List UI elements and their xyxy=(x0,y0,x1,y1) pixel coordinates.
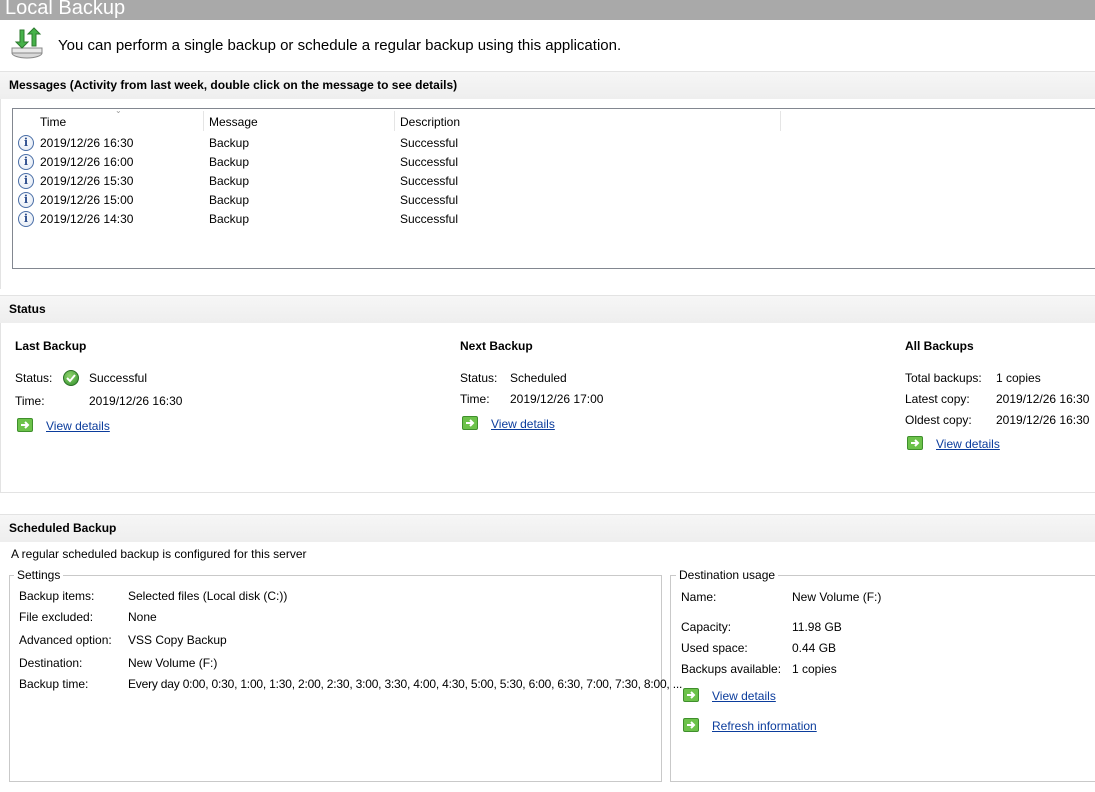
next-backup-title: Next Backup xyxy=(460,339,533,353)
success-check-icon xyxy=(63,370,79,386)
backups-available-value: 1 copies xyxy=(792,662,837,676)
destination-view-details-link[interactable]: View details xyxy=(712,689,776,703)
refresh-arrow-icon[interactable] xyxy=(683,718,699,732)
settings-label-file-excluded: File excluded: xyxy=(19,610,94,624)
go-arrow-icon[interactable] xyxy=(907,436,923,450)
backups-available-label: Backups available: xyxy=(681,662,782,676)
settings-value-file-excluded: None xyxy=(128,610,157,624)
info-icon: i xyxy=(18,192,34,208)
last-backup-view-details-link[interactable]: View details xyxy=(46,419,110,433)
settings-label-advanced-option: Advanced option: xyxy=(19,633,112,647)
last-backup-title: Last Backup xyxy=(15,339,87,353)
messages-section-header: Messages (Activity from last week, doubl… xyxy=(0,71,1095,99)
last-backup-time-label: Time: xyxy=(15,394,45,408)
used-space-value: 0.44 GB xyxy=(792,641,837,655)
used-space-label: Used space: xyxy=(681,641,748,655)
row-description: Successful xyxy=(400,174,459,188)
row-description: Successful xyxy=(400,193,459,207)
go-arrow-icon[interactable] xyxy=(683,688,699,702)
next-backup-status-label: Status: xyxy=(460,371,498,385)
settings-label-backup-time: Backup time: xyxy=(19,677,89,691)
column-header-time[interactable]: Time xyxy=(40,109,66,133)
oldest-copy-value: 2019/12/26 16:30 xyxy=(996,413,1090,427)
info-icon: i xyxy=(18,211,34,227)
row-description: Successful xyxy=(400,155,459,169)
column-separator[interactable] xyxy=(203,111,204,131)
go-arrow-icon[interactable] xyxy=(462,416,478,430)
row-time: 2019/12/26 14:30 xyxy=(40,212,134,226)
next-backup-time-label: Time: xyxy=(460,392,490,406)
list-item[interactable]: i 2019/12/26 16:00 Backup Successful xyxy=(13,153,1013,172)
latest-copy-value: 2019/12/26 16:30 xyxy=(996,392,1090,406)
all-backups-title: All Backups xyxy=(905,339,974,353)
row-message: Backup xyxy=(209,155,250,169)
column-separator[interactable] xyxy=(394,111,395,131)
settings-value-advanced-option: VSS Copy Backup xyxy=(128,633,227,647)
destination-name-label: Name: xyxy=(681,590,717,604)
sort-descending-icon: ⌄ xyxy=(115,106,122,115)
list-item[interactable]: i 2019/12/26 15:30 Backup Successful xyxy=(13,172,1013,191)
oldest-copy-label: Oldest copy: xyxy=(905,413,972,427)
settings-label-backup-items: Backup items: xyxy=(19,589,95,603)
info-icon: i xyxy=(18,154,34,170)
window-title-bar: Local Backup xyxy=(0,0,1095,20)
intro-text: You can perform a single backup or sched… xyxy=(58,37,622,54)
row-message: Backup xyxy=(209,212,250,226)
window-title: Local Backup xyxy=(5,0,126,19)
destination-group-title: Destination usage xyxy=(676,568,779,582)
status-section-header: Status xyxy=(0,295,1095,323)
refresh-information-link[interactable]: Refresh information xyxy=(712,719,817,733)
next-backup-view-details-link[interactable]: View details xyxy=(491,417,555,431)
column-header-description[interactable]: Description xyxy=(400,109,460,133)
column-header-message[interactable]: Message xyxy=(209,109,258,133)
row-time: 2019/12/26 15:00 xyxy=(40,193,134,207)
list-item[interactable]: i 2019/12/26 15:00 Backup Successful xyxy=(13,191,1013,210)
destination-name-value: New Volume (F:) xyxy=(792,590,882,604)
settings-value-backup-time: Every day 0:00, 0:30, 1:00, 1:30, 2:00, … xyxy=(128,677,683,691)
total-backups-label: Total backups: xyxy=(905,371,982,385)
settings-value-backup-items: Selected files (Local disk (C:)) xyxy=(128,589,288,603)
total-backups-value: 1 copies xyxy=(996,371,1041,385)
row-message: Backup xyxy=(209,174,250,188)
next-backup-time-value: 2019/12/26 17:00 xyxy=(510,392,604,406)
row-time: 2019/12/26 16:00 xyxy=(40,155,134,169)
last-backup-status-value: Successful xyxy=(89,371,148,385)
row-time: 2019/12/26 16:30 xyxy=(40,136,134,150)
info-icon: i xyxy=(18,173,34,189)
messages-list[interactable]: Time ⌄ Message Description i 2019/12/26 … xyxy=(12,106,1095,269)
settings-group-title: Settings xyxy=(14,568,64,582)
list-item[interactable]: i 2019/12/26 16:30 Backup Successful xyxy=(13,134,1013,153)
latest-copy-label: Latest copy: xyxy=(905,392,970,406)
next-backup-status-value: Scheduled xyxy=(510,371,567,385)
capacity-value: 11.98 GB xyxy=(792,620,842,634)
scheduled-summary: A regular scheduled backup is configured… xyxy=(11,547,307,561)
row-description: Successful xyxy=(400,212,459,226)
list-item[interactable]: i 2019/12/26 14:30 Backup Successful xyxy=(13,210,1013,229)
settings-value-destination: New Volume (F:) xyxy=(128,656,218,670)
row-description: Successful xyxy=(400,136,459,150)
column-separator[interactable] xyxy=(780,111,781,131)
row-message: Backup xyxy=(209,136,250,150)
settings-label-destination: Destination: xyxy=(19,656,83,670)
all-backups-view-details-link[interactable]: View details xyxy=(936,437,1000,451)
row-message: Backup xyxy=(209,193,250,207)
capacity-label: Capacity: xyxy=(681,620,732,634)
destination-groupbox xyxy=(670,575,1095,782)
backup-app-icon xyxy=(10,26,46,60)
info-icon: i xyxy=(18,135,34,151)
last-backup-status-label: Status: xyxy=(15,371,53,385)
row-time: 2019/12/26 15:30 xyxy=(40,174,134,188)
go-arrow-icon[interactable] xyxy=(17,418,33,432)
last-backup-time-value: 2019/12/26 16:30 xyxy=(89,394,183,408)
scheduled-section-header: Scheduled Backup xyxy=(0,514,1095,542)
